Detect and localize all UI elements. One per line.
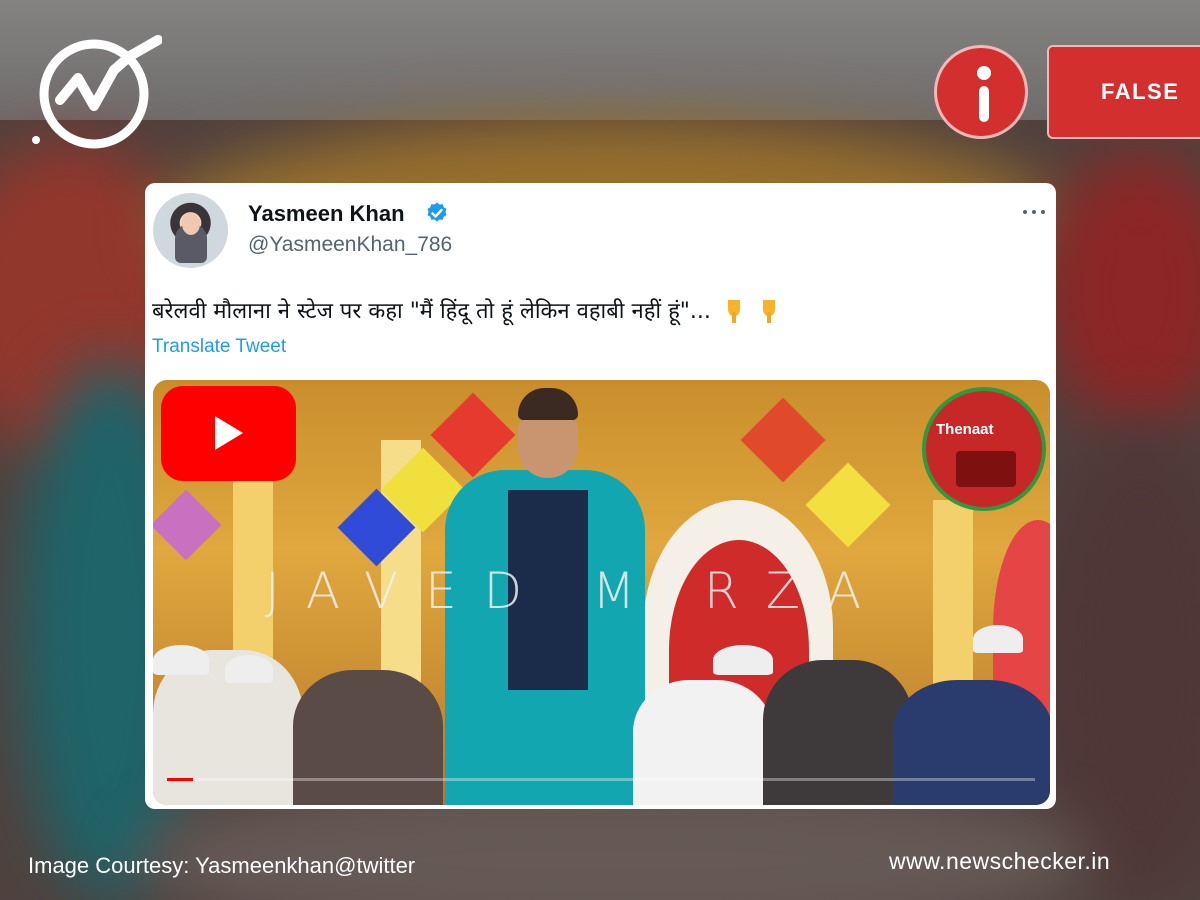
avatar[interactable]	[153, 193, 228, 268]
channel-logo: Thenaat	[922, 387, 1046, 511]
newschecker-logo	[32, 35, 162, 149]
tweet-body: बरेलवी मौलाना ने स्टेज पर कहा "मैं हिंदू…	[152, 299, 711, 324]
pointing-down-icon	[762, 300, 775, 323]
tweet-card: Yasmeen Khan @YasmeenKhan_786 बरेलवी मौल…	[145, 183, 1056, 809]
tweet-text: बरेलवी मौलाना ने स्टेज पर कहा "मैं हिंदू…	[152, 295, 781, 325]
translate-tweet-link[interactable]: Translate Tweet	[152, 336, 286, 358]
author-name[interactable]: Yasmeen Khan	[248, 201, 405, 227]
author-handle[interactable]: @YasmeenKhan_786	[248, 233, 452, 257]
pointing-down-icon	[727, 300, 740, 323]
video-progress-bar[interactable]	[167, 778, 1035, 781]
more-options-icon[interactable]	[1023, 207, 1049, 217]
youtube-play-icon[interactable]	[161, 386, 296, 481]
image-courtesy: Image Courtesy: Yasmeenkhan@twitter	[28, 853, 416, 878]
channel-name: Thenaat	[936, 421, 994, 438]
video-player[interactable]: JAVED MIRZA Thenaat	[153, 380, 1050, 805]
verified-badge-icon	[427, 202, 447, 222]
verdict-badge: FALSE	[1047, 45, 1200, 139]
site-url: www.newschecker.in	[889, 848, 1111, 874]
info-icon	[934, 45, 1028, 139]
video-progress-fill	[167, 778, 194, 781]
video-watermark: JAVED MIRZA	[265, 562, 889, 620]
